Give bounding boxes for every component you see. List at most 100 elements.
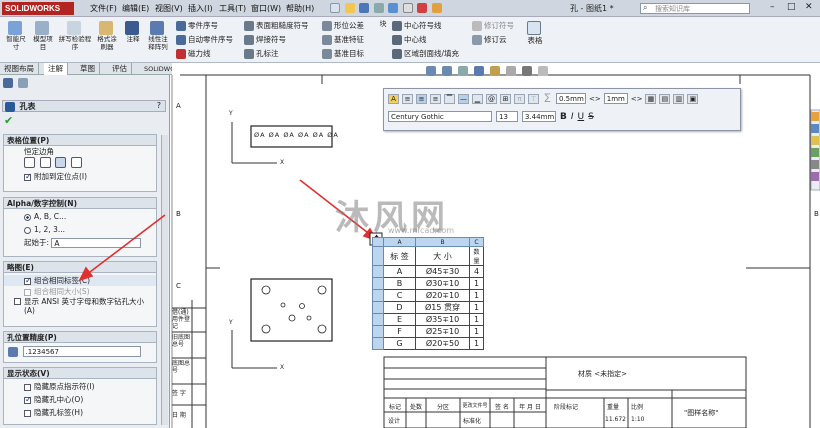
strikethrough-button[interactable]: S — [588, 112, 594, 122]
title-block-headers: 标记 处数 分区 更改文件号 签 名 年 月 日 — [384, 402, 546, 411]
table-row[interactable]: F Ø25∓10 1 — [372, 325, 484, 338]
view-palette-icon[interactable] — [811, 148, 819, 157]
table-row[interactable]: A Ø45∓30 4 — [372, 265, 484, 278]
row-props-icon[interactable]: ▤ — [659, 93, 671, 104]
tb-header: 年 月 日 — [519, 404, 541, 411]
hole-tag: ØA — [327, 131, 339, 139]
appearance-icon[interactable] — [538, 66, 548, 76]
border-width-input[interactable]: 0.5mm — [556, 93, 586, 104]
col-letter[interactable]: C — [469, 237, 484, 247]
table-props-icon[interactable]: ▦ — [645, 93, 657, 104]
cell-size[interactable]: Ø20∓50 — [415, 337, 470, 350]
cell-qty[interactable]: 4 — [469, 265, 484, 278]
tb-standardization: 标准化 — [463, 418, 482, 425]
cell-tag[interactable]: D — [383, 301, 416, 314]
resources-icon[interactable] — [811, 112, 819, 121]
zone-letter-b-right: B — [814, 210, 819, 218]
col-letter[interactable]: B — [415, 237, 470, 247]
cell-qty[interactable]: 1 — [469, 289, 484, 302]
previous-view-icon[interactable] — [458, 66, 468, 76]
cell-size[interactable]: Ø45∓30 — [415, 265, 470, 278]
insert-symbol-icon[interactable]: @ — [486, 93, 497, 104]
format-row-1: A ≡ ≡ ≡ ▔ — ▁ @ ⊞ π ⊤ ∑ 0.5mm <> 1mm <> … — [388, 93, 699, 104]
zone-letter-b: B — [176, 210, 181, 218]
italic-button[interactable]: I — [571, 112, 574, 122]
cell-tag[interactable]: F — [383, 325, 416, 338]
format-row-2: Century Gothic 13 3.44mm B I U S — [388, 111, 594, 122]
column-props-icon[interactable]: ▥ — [673, 93, 685, 104]
font-size-select[interactable]: 13 — [496, 111, 518, 122]
display-style-icon[interactable] — [506, 66, 516, 76]
hole-tag: ØA — [312, 131, 325, 139]
align-left-icon[interactable]: ≡ — [402, 93, 413, 104]
axis-y-1: Y — [229, 110, 233, 117]
section-view-icon[interactable] — [474, 66, 484, 76]
table-row[interactable]: G Ø20∓50 1 — [372, 337, 484, 350]
appearances-icon[interactable] — [811, 160, 819, 169]
hole-table[interactable]: A B C 标 签 大 小 数量 A Ø45∓30 4 B Ø30∓10 1 C Ø20∓… — [372, 237, 484, 350]
zoom-fit-icon[interactable] — [426, 66, 436, 76]
insert-formula-icon[interactable]: π — [514, 93, 525, 104]
border-width-input-2[interactable]: 1mm — [603, 93, 628, 104]
tb-header: 更改文件号 — [462, 403, 488, 409]
cell-qty[interactable]: 1 — [469, 325, 484, 338]
left-label-5: 日 期 — [172, 412, 186, 419]
header-tag[interactable]: 标 签 — [383, 246, 416, 266]
border-spinner-icon-2[interactable]: <> — [631, 95, 643, 103]
cell-size[interactable]: Ø25∓10 — [415, 325, 470, 338]
table-row[interactable]: B Ø30∓10 1 — [372, 277, 484, 290]
border-spinner-icon[interactable]: <> — [589, 95, 601, 103]
left-label-2: 旧底图总号 — [172, 334, 191, 348]
zone-letter-a: A — [176, 102, 181, 110]
cell-tag[interactable]: B — [383, 277, 416, 290]
align-bottom-icon[interactable]: ▁ — [472, 93, 483, 104]
cell-tag[interactable]: A — [383, 265, 416, 278]
col-letter[interactable]: A — [383, 237, 416, 247]
hole-tags-row: ØA ØA ØA ØA ØA ØA — [254, 131, 339, 139]
text-color-icon[interactable]: A — [388, 93, 399, 104]
align-right-icon[interactable]: ≡ — [430, 93, 441, 104]
align-top-icon[interactable]: ▔ — [444, 93, 455, 104]
left-label-3: 底图总号 — [172, 360, 191, 374]
cell-qty[interactable]: 1 — [469, 277, 484, 290]
cell-tag[interactable]: C — [383, 289, 416, 302]
header-qty[interactable]: 数量 — [469, 246, 484, 266]
tb-header: 处数 — [409, 404, 422, 411]
heads-up-view-toolbar — [426, 66, 566, 78]
table-row[interactable]: D Ø15 贯穿 1 — [372, 301, 484, 314]
font-height-input[interactable]: 3.44mm — [522, 111, 556, 122]
header-size[interactable]: 大 小 — [415, 246, 470, 266]
table-row[interactable]: C Ø20∓10 1 — [372, 289, 484, 302]
cell-size[interactable]: Ø30∓10 — [415, 277, 470, 290]
tb-stage-mark: 阶段标记 — [554, 404, 579, 411]
file-explorer-icon[interactable] — [811, 136, 819, 145]
cell-tag[interactable]: G — [383, 337, 416, 350]
cell-size[interactable]: Ø20∓10 — [415, 289, 470, 302]
bold-button[interactable]: B — [560, 112, 567, 122]
align-center-icon[interactable]: ≡ — [416, 93, 427, 104]
hide-table-icon[interactable]: ▣ — [687, 93, 699, 104]
tb-header: 标记 — [388, 404, 401, 411]
cell-qty[interactable]: 1 — [469, 337, 484, 350]
cell-tag[interactable]: E — [383, 313, 416, 326]
table-row[interactable]: E Ø35∓10 1 — [372, 313, 484, 326]
drawing-name-label: "图样名称" — [684, 409, 719, 417]
underline-button[interactable]: U — [578, 112, 585, 122]
align-middle-icon[interactable]: — — [458, 93, 469, 104]
hide-show-icon[interactable] — [522, 66, 532, 76]
zoom-area-icon[interactable] — [442, 66, 452, 76]
cell-qty[interactable]: 1 — [469, 301, 484, 314]
tb-weight-value: 11.672 — [605, 416, 626, 423]
cell-qty[interactable]: 1 — [469, 313, 484, 326]
material-label: 材质 <未指定> — [578, 370, 627, 378]
view-orientation-icon[interactable] — [490, 66, 500, 76]
merge-cells-icon[interactable]: ⊞ — [500, 93, 511, 104]
font-select[interactable]: Century Gothic — [388, 111, 492, 122]
sum-icon[interactable]: ∑ — [542, 93, 553, 104]
cell-size[interactable]: Ø15 贯穿 — [415, 301, 470, 314]
hole-tag: ØA — [254, 131, 266, 139]
cell-size[interactable]: Ø35∓10 — [415, 313, 470, 326]
design-library-icon[interactable] — [811, 124, 819, 133]
table-header-icon[interactable]: ⊤ — [528, 93, 539, 104]
custom-props-icon[interactable] — [811, 172, 819, 181]
